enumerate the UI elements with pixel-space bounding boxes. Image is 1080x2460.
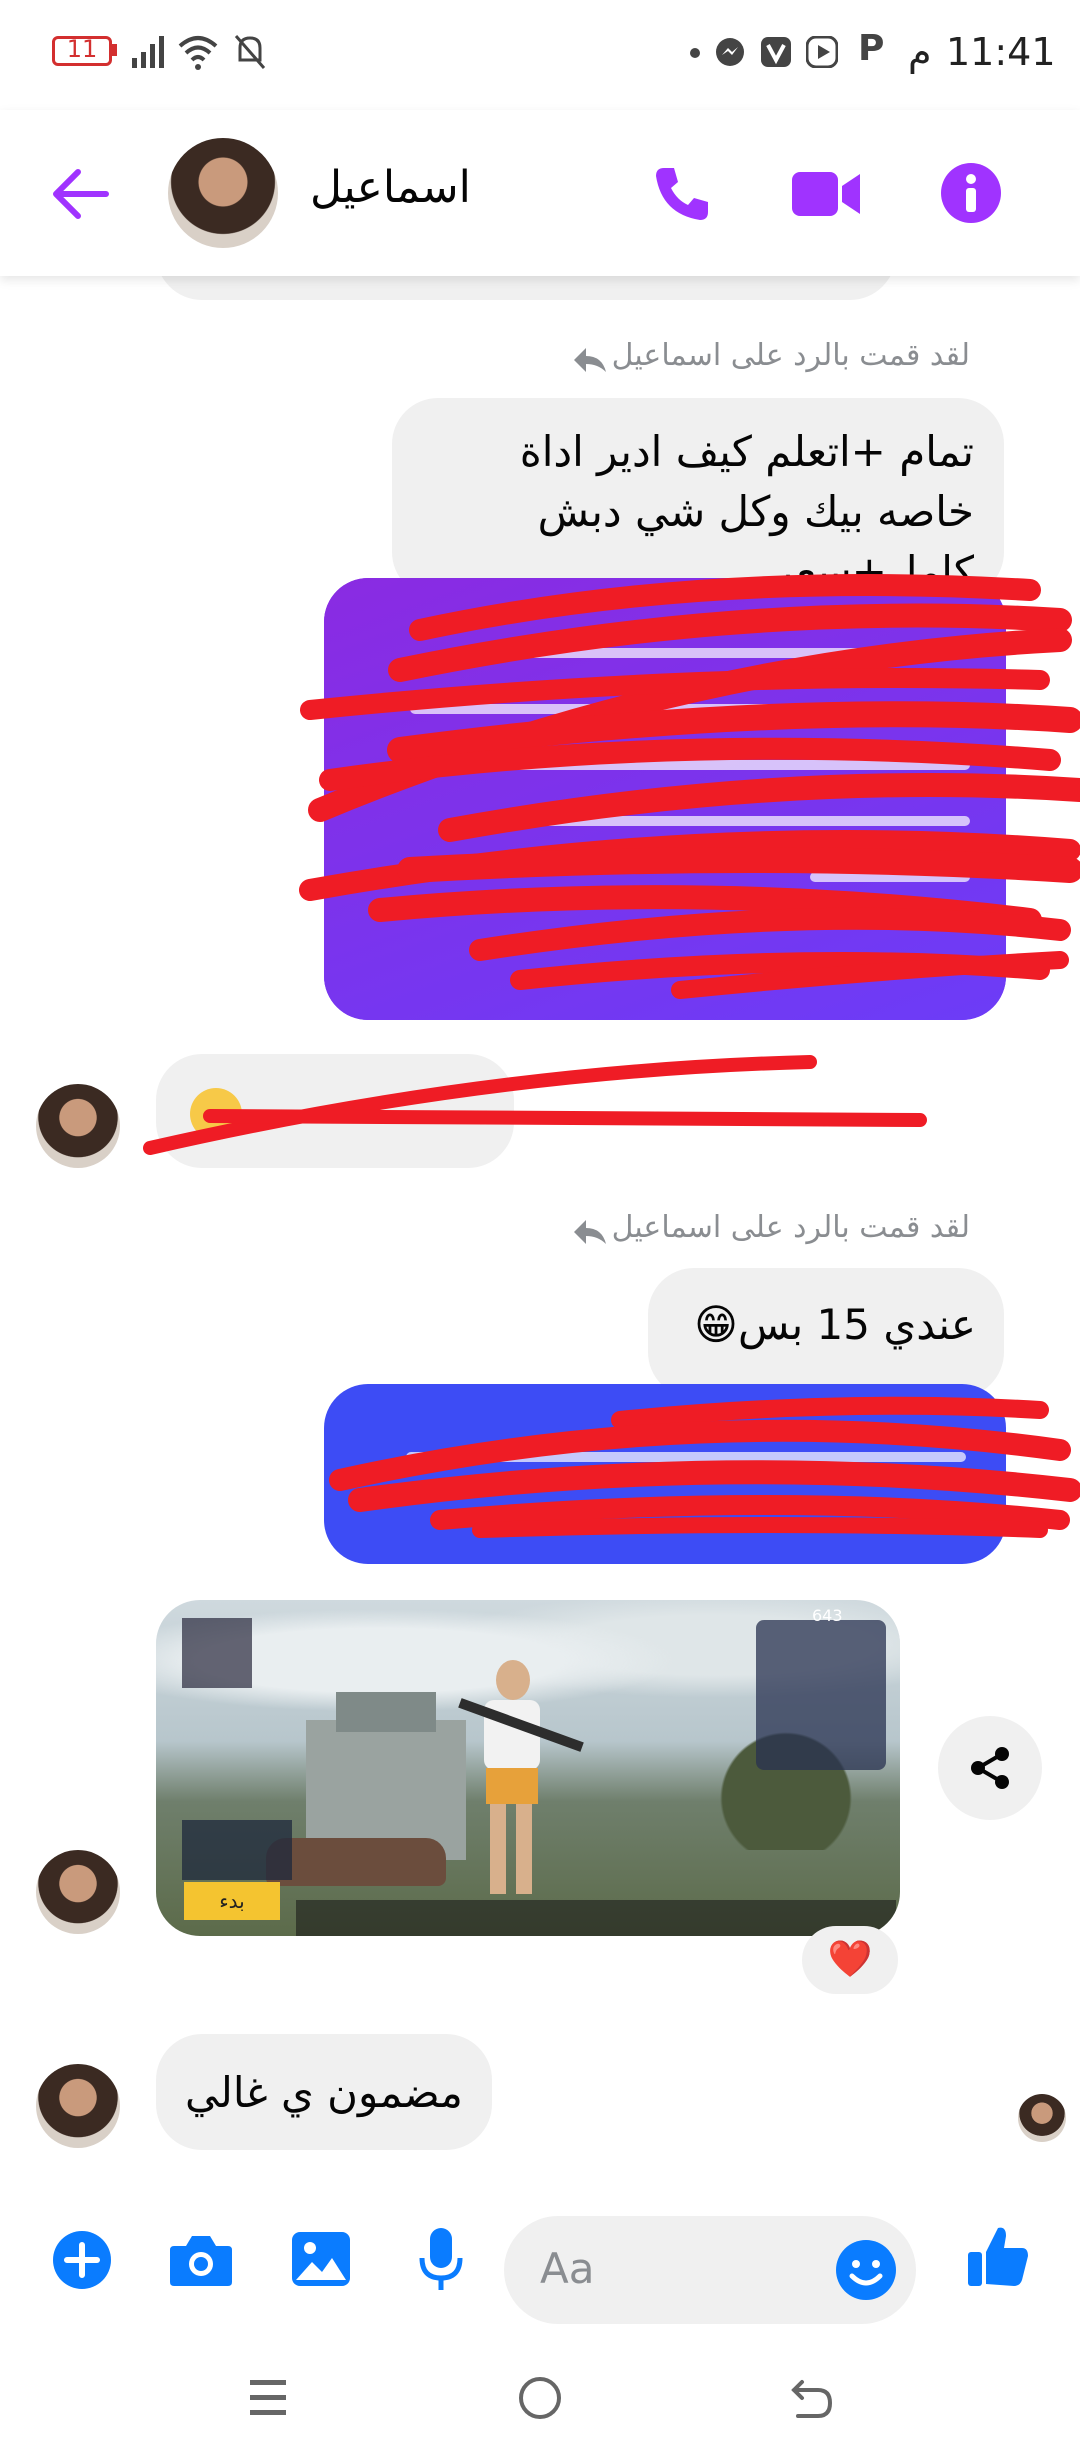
back-nav-icon[interactable]	[788, 2376, 834, 2420]
reply-indicator: لقد قمت بالرد على اسماعيل	[560, 338, 970, 373]
reply-note-text: لقد قمت بالرد على اسماعيل	[611, 338, 970, 373]
back-arrow-icon[interactable]	[50, 166, 110, 222]
app-p-notif-icon: P	[858, 28, 885, 69]
battery-icon: 11	[52, 35, 112, 66]
contact-avatar-small	[36, 1850, 120, 1934]
app-play-notif-icon	[806, 36, 838, 68]
game-start-button[interactable]: بدء	[184, 1882, 280, 1920]
messenger-notif-icon	[716, 38, 744, 66]
message-composer: Aa	[0, 2190, 1080, 2330]
message-input-placeholder: Aa	[540, 2244, 595, 2293]
contact-avatar-small	[36, 2064, 120, 2148]
contact-avatar-small	[36, 1084, 120, 1168]
game-character	[476, 1660, 546, 1900]
share-icon	[971, 1747, 1009, 1789]
red-scribble-redaction	[299, 574, 1080, 999]
message-input[interactable]: Aa	[504, 2216, 916, 2324]
status-bar: 11 P م 11:41	[0, 0, 1080, 110]
share-button[interactable]	[938, 1716, 1042, 1820]
game-coins: 643	[812, 1606, 843, 1625]
wifi-icon	[178, 36, 218, 70]
chat-header: اسماعيل	[0, 110, 1080, 276]
game-car	[266, 1838, 446, 1886]
recent-apps-icon[interactable]	[248, 2376, 288, 2420]
game-event-panel	[756, 1620, 886, 1770]
red-scribble-redaction	[329, 1396, 1080, 1538]
video-camera-icon[interactable]	[790, 168, 862, 220]
microphone-icon[interactable]	[418, 2226, 464, 2292]
battery-tip	[112, 44, 117, 56]
quoted-message-text: عندي 15 بس😁	[694, 1300, 976, 1349]
am-pm-indicator: م	[908, 30, 932, 74]
clock: 11:41	[946, 30, 1056, 74]
contact-name[interactable]: اسماعيل	[310, 162, 471, 213]
game-top-left-panel	[182, 1618, 252, 1688]
system-nav-bar	[0, 2340, 1080, 2460]
reply-arrow-icon	[574, 1220, 606, 1244]
reaction-badge[interactable]: ❤️	[802, 1926, 898, 1994]
image-icon[interactable]	[290, 2230, 352, 2288]
received-message-text: مضمون ي غالي	[185, 2068, 463, 2117]
shared-game-screenshot[interactable]: 643 بدء	[156, 1600, 900, 1936]
phone-icon[interactable]	[650, 162, 714, 226]
game-mode-panel	[182, 1820, 292, 1880]
signal-icon	[132, 36, 164, 68]
reply-arrow-icon	[574, 348, 606, 372]
reply-indicator: لقد قمت بالرد على اسماعيل	[560, 1210, 970, 1245]
red-scribble-redaction	[143, 1055, 927, 1155]
game-bottom-bar	[296, 1900, 896, 1936]
contact-avatar[interactable]	[168, 138, 278, 248]
heart-reaction: ❤️	[827, 1939, 873, 1980]
game-tower	[336, 1692, 436, 1732]
info-icon[interactable]	[940, 162, 1002, 224]
camera-icon[interactable]	[168, 2232, 234, 2288]
reply-note-text: لقد قمت بالرد على اسماعيل	[611, 1210, 970, 1245]
emoji-icon[interactable]	[834, 2238, 898, 2302]
notification-dot	[690, 48, 700, 58]
game-start-label: بدء	[219, 1889, 245, 1913]
mute-bell-icon	[234, 35, 266, 69]
battery-level: 11	[66, 35, 98, 63]
plus-icon[interactable]	[52, 2230, 112, 2290]
app-v-notif-icon	[761, 37, 791, 67]
seen-receipt-avatar	[1018, 2094, 1066, 2142]
thumbs-up-icon[interactable]	[966, 2224, 1030, 2290]
home-icon[interactable]	[516, 2374, 564, 2422]
